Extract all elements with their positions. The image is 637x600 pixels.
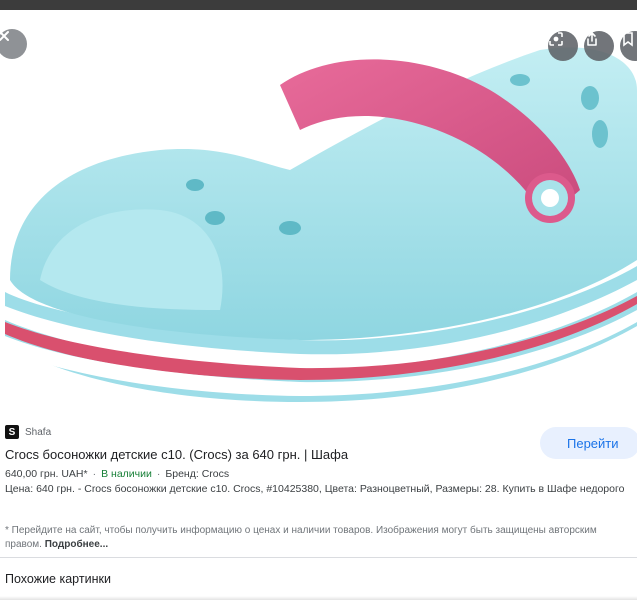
close-icon — [0, 31, 9, 41]
sandal-image — [5, 47, 637, 402]
lens-button[interactable] — [548, 31, 578, 61]
result-info-panel: S Shafa Перейти Crocs босоножки детские … — [0, 412, 637, 600]
bookmark-icon — [623, 32, 633, 47]
more-link[interactable]: Подробнее... — [45, 539, 108, 550]
visit-button[interactable]: Перейти — [540, 427, 637, 459]
similar-images-heading: Похожие картинки — [5, 572, 111, 586]
price: 640,00 грн. UAH* — [5, 468, 88, 480]
meta-row: 640,00 грн. UAH* · В наличии · Бренд: Crocs — [5, 468, 230, 480]
image-preview[interactable] — [0, 10, 637, 412]
result-description: Цена: 640 грн. - Crocs босоножки детские… — [5, 483, 625, 495]
share-icon — [587, 32, 597, 46]
lens-icon — [549, 32, 563, 46]
result-title[interactable]: Crocs босоножки детские с10. (Crocs) за … — [5, 447, 348, 462]
divider — [0, 557, 637, 558]
source-name: Shafa — [25, 426, 52, 438]
copyright-notice: * Перейдите на сайт, чтобы получить инфо… — [5, 524, 625, 552]
share-button[interactable] — [584, 31, 614, 61]
top-bar — [0, 0, 637, 10]
brand: Бренд: Crocs — [165, 468, 230, 480]
source-row[interactable]: S Shafa — [5, 425, 51, 439]
bottom-edge — [0, 596, 637, 600]
source-logo: S — [5, 425, 19, 439]
stock-status: В наличии — [101, 468, 152, 480]
